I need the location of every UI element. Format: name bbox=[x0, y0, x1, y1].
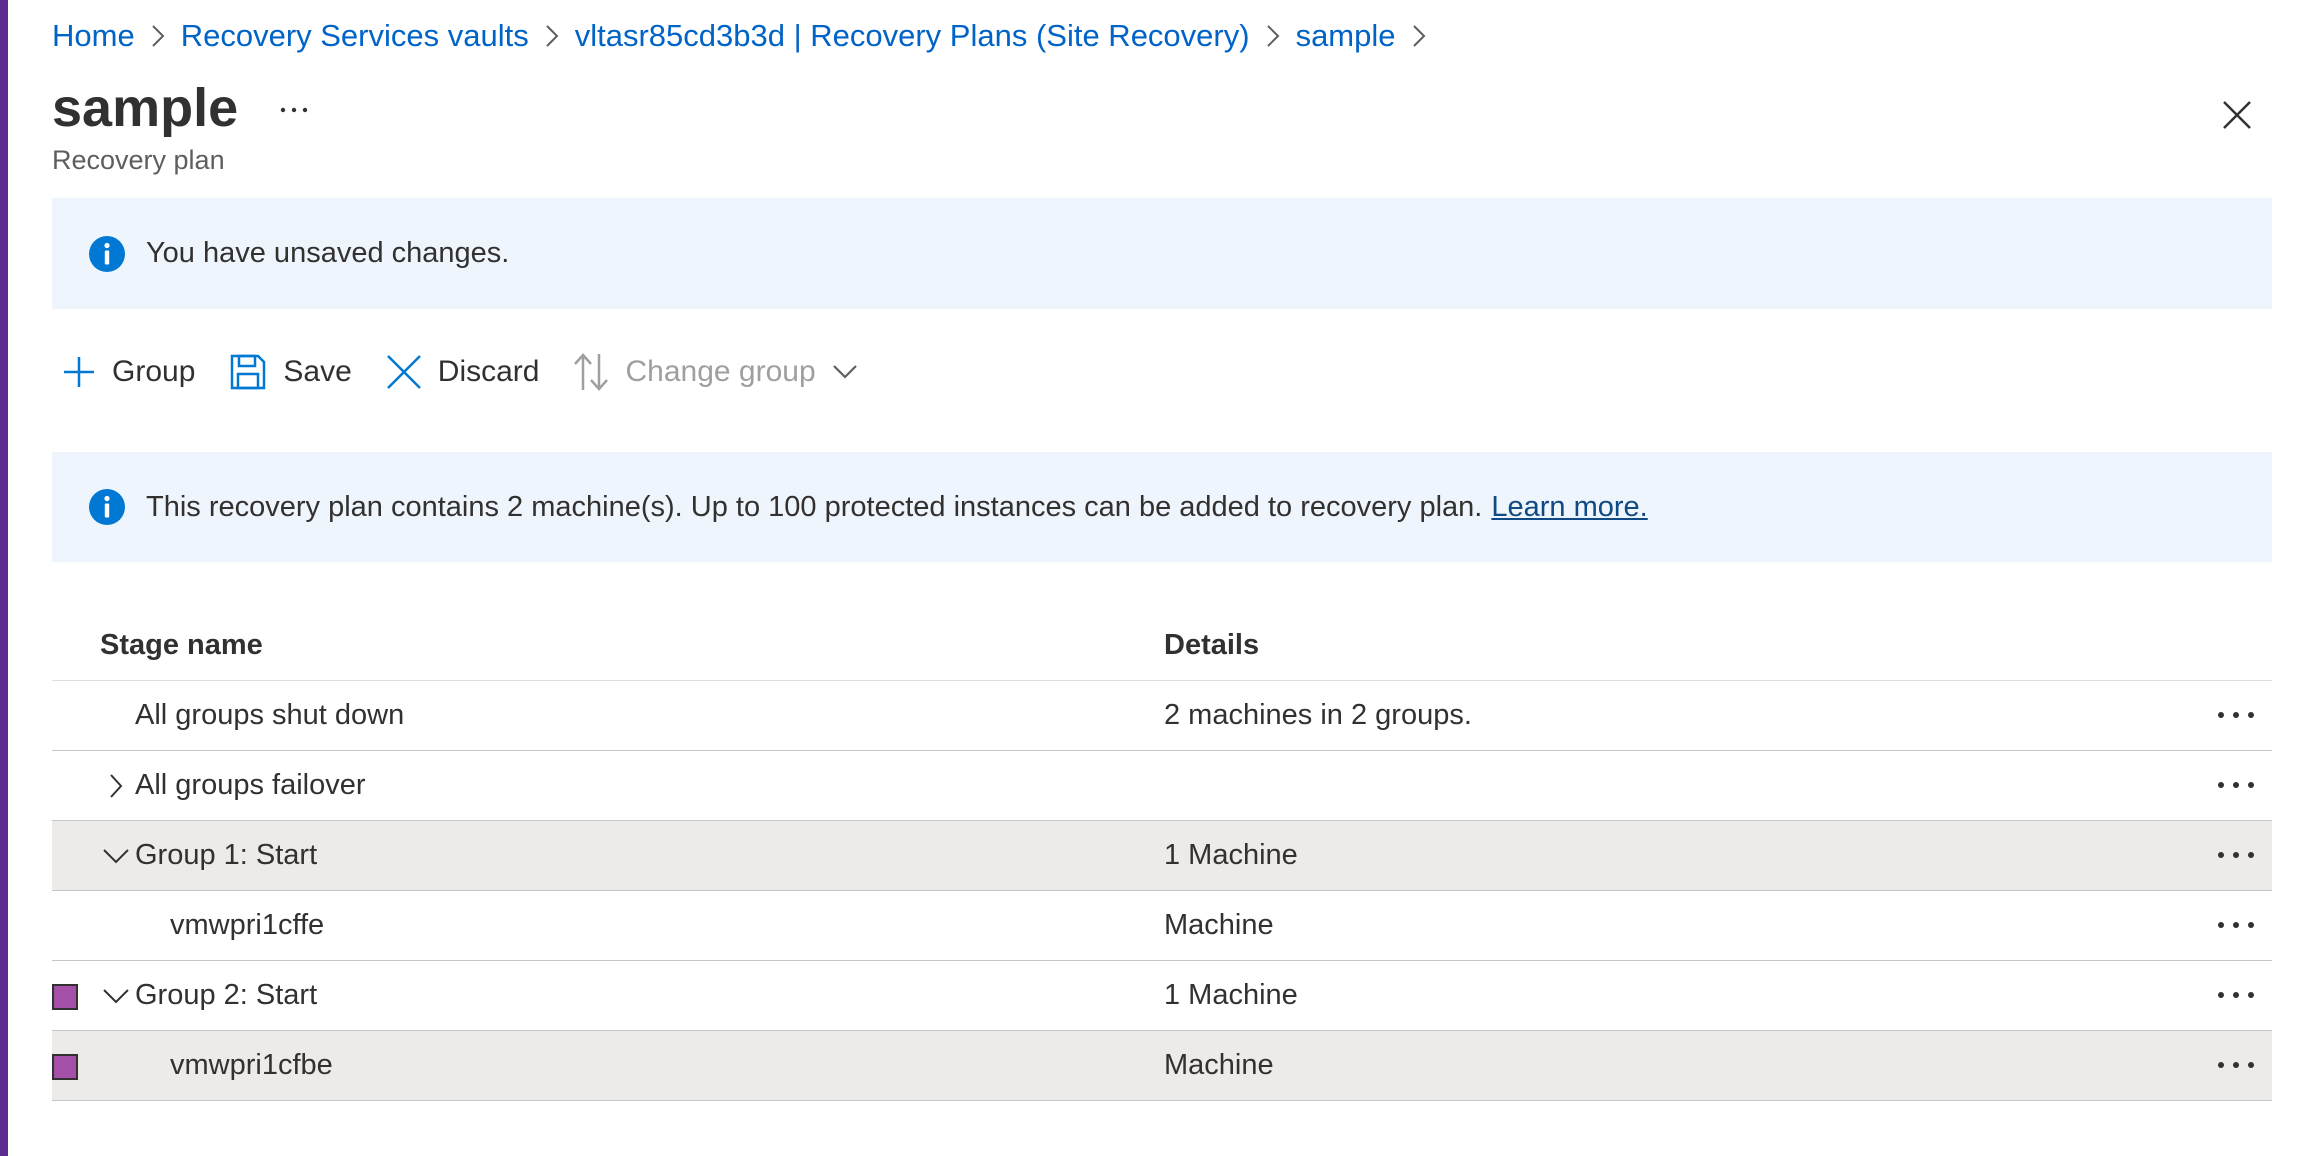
add-group-button[interactable]: Group bbox=[52, 340, 205, 404]
table-row[interactable]: vmwpri1cfbe Machine bbox=[52, 1031, 2272, 1101]
more-horizontal-icon[interactable] bbox=[2212, 1048, 2260, 1082]
table-row[interactable]: All groups shut down 2 machines in 2 grou… bbox=[52, 681, 2272, 751]
grid-header: Stage name Details bbox=[52, 610, 2272, 681]
details-cell: Machine bbox=[1164, 1049, 1274, 1081]
stage-name-cell: All groups failover bbox=[135, 769, 366, 801]
stage-name-cell: Group 2: Start bbox=[135, 979, 318, 1011]
unsaved-changes-text: You have unsaved changes. bbox=[146, 237, 510, 269]
breadcrumb-recovery-services-vaults[interactable]: Recovery Services vaults bbox=[181, 18, 529, 54]
table-row[interactable]: Group 1: Start 1 Machine bbox=[52, 821, 2272, 891]
grid-rows: All groups shut down 2 machines in 2 grou… bbox=[52, 681, 2272, 1101]
more-horizontal-icon[interactable] bbox=[272, 88, 316, 132]
close-icon[interactable] bbox=[2210, 88, 2264, 142]
more-horizontal-icon[interactable] bbox=[2212, 698, 2260, 732]
plan-info-banner: This recovery plan contains 2 machine(s)… bbox=[52, 452, 2272, 562]
table-row[interactable]: vmwpri1cffe Machine bbox=[52, 891, 2272, 961]
chevron-right-icon bbox=[1250, 24, 1296, 48]
breadcrumb-sample[interactable]: sample bbox=[1296, 18, 1396, 54]
command-bar: Group Save Discard Change group bbox=[52, 340, 868, 404]
close-icon bbox=[386, 355, 421, 389]
plus-icon bbox=[64, 357, 94, 387]
unsaved-changes-banner: You have unsaved changes. bbox=[52, 198, 2272, 309]
details-cell: 1 Machine bbox=[1164, 839, 1298, 871]
breadcrumb: Home Recovery Services vaults vltasr85cd… bbox=[52, 12, 1442, 60]
discard-label: Discard bbox=[437, 355, 540, 388]
save-button[interactable]: Save bbox=[219, 340, 361, 404]
chevron-down-icon bbox=[832, 365, 857, 379]
breadcrumb-home[interactable]: Home bbox=[52, 18, 135, 54]
stage-name-cell: Group 1: Start bbox=[135, 839, 318, 871]
more-horizontal-icon[interactable] bbox=[2212, 768, 2260, 802]
add-group-label: Group bbox=[112, 355, 196, 388]
more-horizontal-icon[interactable] bbox=[2212, 838, 2260, 872]
stage-name-cell: All groups shut down bbox=[135, 699, 405, 731]
change-group-label: Change group bbox=[625, 355, 816, 388]
details-cell: 1 Machine bbox=[1164, 979, 1298, 1011]
row-select-checkbox[interactable] bbox=[52, 984, 78, 1010]
chevron-right-icon bbox=[529, 24, 575, 48]
breadcrumb-recovery-plans[interactable]: vltasr85cd3b3d | Recovery Plans (Site Re… bbox=[575, 18, 1250, 54]
discard-button[interactable]: Discard bbox=[376, 340, 550, 404]
more-horizontal-icon[interactable] bbox=[2212, 978, 2260, 1012]
change-group-button[interactable]: Change group bbox=[563, 340, 867, 404]
recovery-plan-grid: Stage name Details All groups shut down 2… bbox=[52, 610, 2272, 1101]
column-header-details[interactable]: Details bbox=[1164, 629, 1259, 662]
details-cell: Machine bbox=[1164, 909, 1274, 941]
page-subtitle: Recovery plan bbox=[52, 145, 225, 175]
chevron-down-icon[interactable] bbox=[101, 841, 131, 871]
chevron-right-icon bbox=[1396, 24, 1442, 48]
chevron-down-icon[interactable] bbox=[101, 981, 131, 1011]
chevron-right-icon bbox=[135, 24, 181, 48]
more-horizontal-icon[interactable] bbox=[2212, 908, 2260, 942]
details-cell: 2 machines in 2 groups. bbox=[1164, 699, 1472, 731]
plan-info-text: This recovery plan contains 2 machine(s)… bbox=[146, 490, 1483, 523]
table-row[interactable]: Group 2: Start 1 Machine bbox=[52, 961, 2272, 1031]
learn-more-link[interactable]: Learn more. bbox=[1491, 491, 1647, 524]
column-header-stage-name[interactable]: Stage name bbox=[100, 629, 263, 662]
save-label: Save bbox=[283, 355, 352, 388]
save-icon bbox=[231, 354, 266, 390]
stage-name-cell: vmwpri1cfbe bbox=[170, 1049, 333, 1081]
info-icon bbox=[89, 235, 125, 272]
table-row[interactable]: All groups failover bbox=[52, 751, 2272, 821]
row-select-checkbox[interactable] bbox=[52, 1054, 78, 1080]
stage-name-cell: vmwpri1cffe bbox=[170, 909, 325, 941]
left-accent-bar bbox=[0, 0, 8, 1156]
chevron-right-icon[interactable] bbox=[101, 771, 131, 801]
sort-arrows-icon bbox=[574, 353, 609, 391]
page-title: sample bbox=[52, 78, 239, 138]
info-icon bbox=[89, 489, 125, 525]
